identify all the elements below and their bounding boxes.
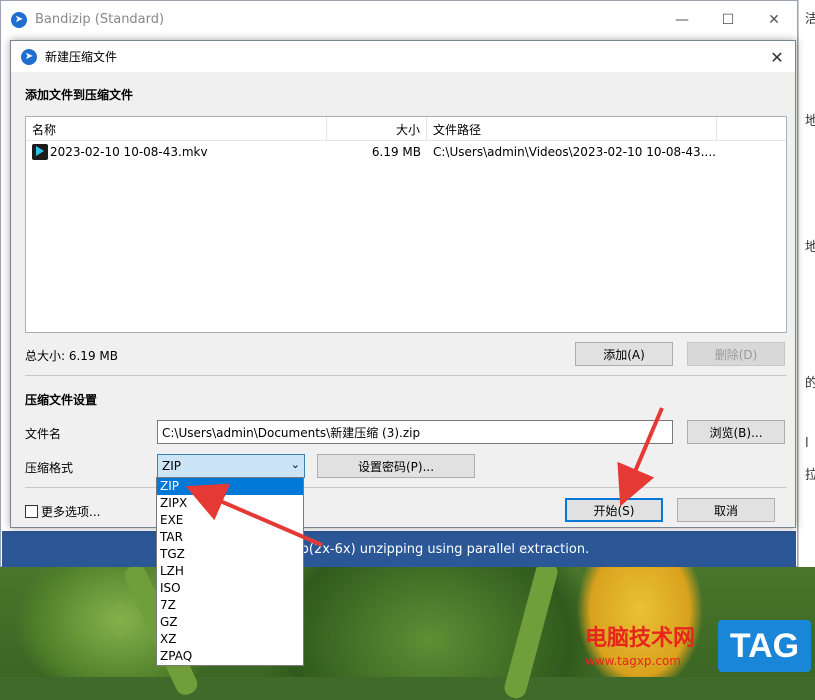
edge-text: 的 (805, 372, 815, 391)
format-option[interactable]: XZ (157, 631, 303, 648)
close-icon[interactable]: ✕ (765, 45, 789, 69)
bandizip-icon: ➤ (11, 11, 27, 28)
edge-text: l (805, 436, 809, 451)
table-row[interactable]: 2023-02-10 10-08-43.mkv 6.19 MB C:\Users… (26, 141, 786, 163)
format-option[interactable]: ZIP (157, 478, 303, 495)
close-icon[interactable]: ✕ (751, 1, 797, 38)
section-archive-settings: 压缩文件设置 (25, 393, 98, 407)
status-strip: ed up(2x-6x) unzipping using parallel ex… (2, 531, 796, 567)
watermark: 电脑技术网 www.tagxp.com (585, 620, 695, 668)
format-option[interactable]: TAR (157, 529, 303, 546)
format-option[interactable]: EXE (157, 512, 303, 529)
background-window-edge: 洁 地 地 的 l 拉 (798, 0, 815, 567)
column-header-path[interactable]: 文件路径 (427, 117, 717, 141)
format-select[interactable]: ZIP ⌄ (157, 454, 305, 478)
file-name: 2023-02-10 10-08-43.mkv (50, 145, 208, 159)
cancel-button[interactable]: 取消 (677, 498, 775, 522)
browse-button[interactable]: 浏览(B)... (687, 420, 785, 444)
file-path: C:\Users\admin\Videos\2023-02-10 10-08-4… (433, 145, 716, 159)
section-add-files: 添加文件到压缩文件 (25, 88, 134, 102)
edge-text: 地 (805, 110, 815, 129)
status-text: ed up(2x-6x) unzipping using parallel ex… (272, 541, 590, 557)
divider (25, 487, 787, 488)
minimize-icon[interactable]: — (659, 1, 705, 38)
watermark-tag-logo: TAG (718, 620, 811, 672)
format-selected-value: ZIP (162, 459, 181, 473)
set-password-button[interactable]: 设置密码(P)... (317, 454, 475, 478)
add-button[interactable]: 添加(A) (575, 342, 673, 366)
column-header-size[interactable]: 大小 (327, 117, 427, 141)
more-options-checkbox[interactable]: 更多选项... (25, 503, 100, 520)
format-option[interactable]: ISO (157, 580, 303, 597)
delete-button[interactable]: 删除(D) (687, 342, 785, 366)
filename-input[interactable]: C:\Users\admin\Documents\新建压缩 (3).zip (157, 420, 673, 444)
format-option[interactable]: 7Z (157, 597, 303, 614)
main-window-title: Bandizip (Standard) (35, 12, 165, 27)
file-name-cell: 2023-02-10 10-08-43.mkv (26, 141, 327, 163)
window-controls: — ☐ ✕ (659, 1, 797, 38)
filename-label: 文件名 (25, 427, 62, 441)
watermark-url: www.tagxp.com (585, 654, 681, 668)
dialog-title: 新建压缩文件 (45, 50, 118, 64)
watermark-site-name: 电脑技术网 (585, 626, 696, 651)
format-option[interactable]: ZPAQ (157, 648, 303, 665)
edge-text: 洁 (805, 8, 815, 27)
new-archive-dialog: ➤ 新建压缩文件 ✕ 添加文件到压缩文件 名称 大小 文件路径 2023-02-… (10, 40, 796, 528)
format-option[interactable]: ZIPX (157, 495, 303, 512)
total-size: 总大小: 6.19 MB (25, 349, 118, 363)
format-option[interactable]: GZ (157, 614, 303, 631)
chevron-down-icon: ⌄ (290, 458, 300, 471)
file-list[interactable]: 名称 大小 文件路径 2023-02-10 10-08-43.mkv 6.19 … (25, 116, 787, 333)
edge-text: 拉 (805, 464, 815, 483)
format-dropdown-list[interactable]: ZIP ZIPX EXE TAR TGZ LZH ISO 7Z GZ XZ ZP… (156, 477, 304, 666)
start-button[interactable]: 开始(S) (565, 498, 663, 522)
video-file-icon (32, 144, 48, 160)
format-option[interactable]: LZH (157, 563, 303, 580)
maximize-icon[interactable]: ☐ (705, 1, 751, 38)
column-header-name[interactable]: 名称 (26, 117, 327, 141)
format-option[interactable]: TGZ (157, 546, 303, 563)
bandizip-icon: ➤ (21, 48, 37, 65)
checkbox-box[interactable] (25, 505, 38, 518)
list-header: 名称 大小 文件路径 (26, 117, 786, 141)
divider (25, 375, 787, 376)
format-label: 压缩格式 (25, 461, 74, 475)
more-options-label: 更多选项... (41, 505, 101, 519)
edge-text: 地 (805, 236, 815, 255)
dialog-titlebar: ➤ 新建压缩文件 (11, 41, 795, 72)
plant-stem (502, 559, 560, 700)
file-size: 6.19 MB (371, 145, 421, 159)
